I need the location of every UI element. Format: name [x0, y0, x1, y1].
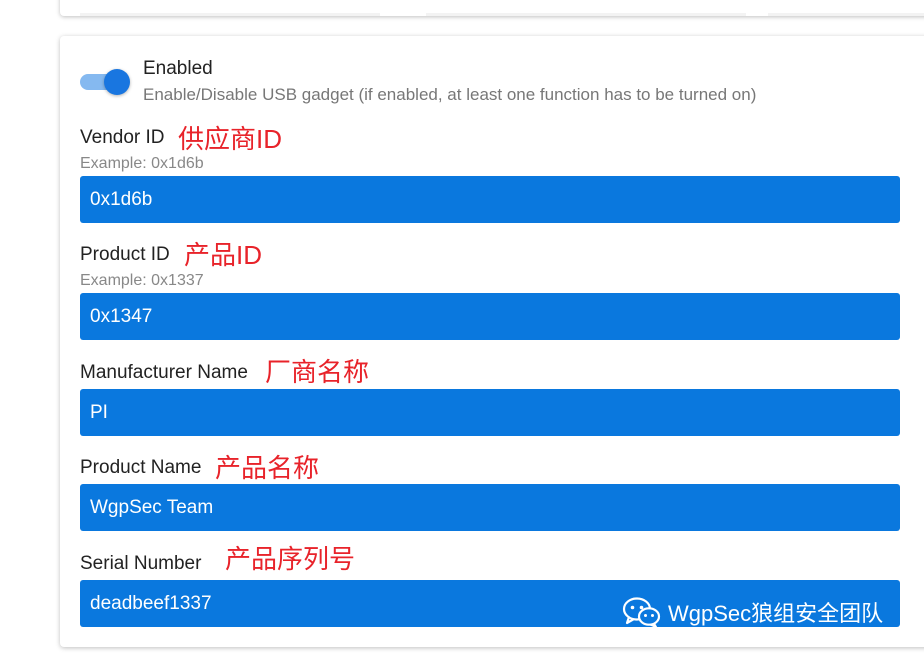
product-name-input[interactable]: WgpSec Team [80, 484, 900, 531]
serial-number-label: Serial Number [80, 553, 202, 574]
previous-input [768, 13, 924, 16]
previous-input [426, 13, 746, 16]
enabled-toggle[interactable] [80, 69, 130, 95]
vendor-id-annotation: 供应商ID [178, 124, 283, 154]
manufacturer-name-annotation: 厂商名称 [265, 357, 370, 387]
product-id-annotation: 产品ID [184, 240, 263, 270]
product-id-input[interactable]: 0x1347 [80, 293, 900, 340]
manufacturer-name-input[interactable]: PI [80, 389, 900, 436]
product-name-label: Product Name [80, 457, 202, 478]
vendor-id-example: Example: 0x1d6b [80, 155, 204, 172]
product-name-annotation: 产品名称 [215, 453, 320, 483]
previous-card [60, 0, 924, 16]
serial-number-annotation: 产品序列号 [225, 544, 356, 574]
usb-gadget-settings-card: Enabled Enable/Disable USB gadget (if en… [60, 36, 924, 647]
manufacturer-name-label: Manufacturer Name [80, 362, 248, 383]
wechat-icon [622, 597, 661, 628]
product-id-example: Example: 0x1337 [80, 272, 204, 289]
enabled-description: Enable/Disable USB gadget (if enabled, a… [143, 85, 757, 104]
watermark-text: WgpSec狼组安全团队 [668, 601, 884, 626]
product-id-label: Product ID [80, 244, 170, 265]
enabled-label: Enabled [143, 58, 213, 79]
previous-input [80, 13, 380, 16]
toggle-knob [104, 69, 130, 95]
vendor-id-label: Vendor ID [80, 127, 165, 148]
vendor-id-input[interactable]: 0x1d6b [80, 176, 900, 223]
watermark: WgpSec狼组安全团队 [622, 592, 883, 632]
